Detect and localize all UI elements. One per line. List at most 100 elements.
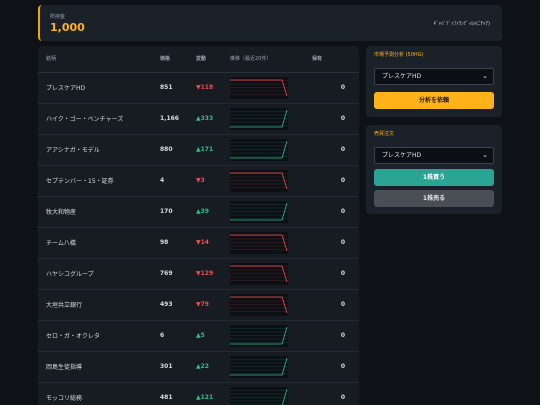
stock-name: セロ・ガ・オクレタ: [38, 320, 160, 352]
stock-holding: 0: [304, 72, 359, 104]
table-row: 大垣共立銀行 493 ▼79 0: [38, 289, 359, 321]
trend-line: [230, 172, 288, 189]
stock-price: 1,166: [160, 103, 196, 135]
stock-price: 301: [160, 351, 196, 383]
trend-sparkline: [230, 355, 288, 378]
stock-holding: 0: [304, 382, 359, 405]
stock-name: チーム八橋: [38, 227, 160, 259]
stock-name: ハヤシコグループ: [38, 258, 160, 290]
order-stock-select[interactable]: プレスケアHD ⌄: [374, 147, 494, 164]
trend-sparkline: [230, 200, 288, 223]
stock-name: プレスケアHD: [38, 72, 160, 104]
stock-price: 851: [160, 72, 196, 104]
stock-name: モッコリ総務: [38, 382, 160, 405]
trend-sparkline: [230, 138, 288, 161]
col-holding-header: 保有: [304, 46, 359, 73]
table-row: セプテンバー・15・証券 4 ▼3 0: [38, 165, 359, 197]
table-row: モッコリ総務 481 ▲121 0: [38, 382, 359, 405]
forecast-selected-value: プレスケアHD: [382, 73, 422, 80]
col-name-header: 銘柄: [38, 46, 160, 73]
stock-change: ▲22: [196, 351, 230, 383]
stock-holding: 0: [304, 134, 359, 166]
stock-name: ハイク・ゴー・ベンチャーズ: [38, 103, 160, 135]
table-row: アアシナガ・モデル 880 ▲171 0: [38, 134, 359, 166]
forecast-panel: 市場予測分析 (50HG) プレスケアHD ⌄ 分析を依頼: [366, 46, 502, 117]
trend-line: [281, 388, 288, 405]
stock-holding: 0: [304, 320, 359, 352]
stock-change: ▲121: [196, 382, 230, 405]
stock-change: ▲333: [196, 103, 230, 135]
trend-sparkline: [230, 293, 288, 316]
stock-price: 170: [160, 196, 196, 228]
table-row: 牧大和物産 170 ▲39 0: [38, 196, 359, 228]
trend-line: [230, 234, 288, 251]
trend-chart-cell: [230, 351, 304, 383]
order-panel: 売買注文 プレスケアHD ⌄ 1株買う 1株売る: [366, 125, 502, 214]
trend-sparkline: [230, 324, 288, 347]
stock-table-panel: 銘柄 価格 変動 推移（最近20件） 保有 プレスケアHD 851 ▼118 0 ハイク…: [38, 46, 359, 405]
stock-price: 481: [160, 382, 196, 405]
order-selected-value: プレスケアHD: [382, 152, 422, 159]
stock-change: ▼118: [196, 72, 230, 104]
stock-name: セプテンバー・15・証券: [38, 165, 160, 197]
trend-chart-cell: [230, 103, 304, 135]
stock-change: ▲5: [196, 320, 230, 352]
stock-change: ▼3: [196, 165, 230, 197]
table-row: チーム八橋 98 ▼14 0: [38, 227, 359, 259]
chevron-down-icon: ⌄: [482, 151, 488, 159]
col-change-header: 変動: [196, 46, 230, 73]
trend-chart-cell: [230, 196, 304, 228]
stock-change: ▼129: [196, 258, 230, 290]
stock-price: 6: [160, 320, 196, 352]
stock-name: 大垣共立銀行: [38, 289, 160, 321]
header-right-text: ｷﾞｬﾊﾞﾃﾞｧﾌｧｳﾝﾃﾞｨﾙﾊ(ﾆﾁｬｱ): [433, 21, 490, 27]
trend-sparkline: [230, 231, 288, 254]
trend-line: [230, 79, 288, 96]
trend-chart-cell: [230, 134, 304, 166]
stock-holding: 0: [304, 258, 359, 290]
table-row: 岡島生徒指導 301 ▲22 0: [38, 351, 359, 383]
trend-line: [230, 296, 288, 313]
trend-chart-cell: [230, 289, 304, 321]
stock-holding: 0: [304, 289, 359, 321]
trend-chart-cell: [230, 320, 304, 352]
holdings-bar: 所持金 1,000 ｷﾞｬﾊﾞﾃﾞｧﾌｧｳﾝﾃﾞｨﾙﾊ(ﾆﾁｬｱ): [38, 5, 502, 41]
col-trend-header: 推移（最近20件）: [230, 46, 304, 73]
stock-table: 銘柄 価格 変動 推移（最近20件） 保有 プレスケアHD 851 ▼118 0 ハイク…: [38, 46, 359, 405]
trend-chart-cell: [230, 227, 304, 259]
order-title: 売買注文: [374, 131, 395, 137]
trend-line: [230, 265, 288, 282]
stock-holding: 0: [304, 103, 359, 135]
stock-change: ▲39: [196, 196, 230, 228]
stock-holding: 0: [304, 351, 359, 383]
trend-chart-cell: [230, 72, 304, 104]
stock-price: 98: [160, 227, 196, 259]
trend-sparkline: [230, 76, 288, 99]
table-row: プレスケアHD 851 ▼118 0: [38, 72, 359, 104]
stock-holding: 0: [304, 227, 359, 259]
table-row: ハイク・ゴー・ベンチャーズ 1,166 ▲333 0: [38, 103, 359, 135]
stock-change: ▲171: [196, 134, 230, 166]
request-analysis-button[interactable]: 分析を依頼: [374, 92, 494, 109]
holdings-label: 所持金: [50, 14, 66, 20]
stock-change: ▼14: [196, 227, 230, 259]
table-row: ハヤシコグループ 769 ▼129 0: [38, 258, 359, 290]
stock-price: 769: [160, 258, 196, 290]
stock-price: 4: [160, 165, 196, 197]
stock-name: 岡島生徒指導: [38, 351, 160, 383]
stock-price: 880: [160, 134, 196, 166]
holdings-value: 1,000: [50, 21, 85, 34]
col-price-header: 価格: [160, 46, 196, 73]
trend-sparkline: [230, 107, 288, 130]
forecast-stock-select[interactable]: プレスケアHD ⌄: [374, 68, 494, 85]
trend-chart-cell: [230, 165, 304, 197]
stock-price: 493: [160, 289, 196, 321]
trend-sparkline: [230, 169, 288, 192]
stock-change: ▼79: [196, 289, 230, 321]
forecast-title: 市場予測分析 (50HG): [374, 52, 424, 58]
stock-name: 牧大和物産: [38, 196, 160, 228]
buy-button[interactable]: 1株買う: [374, 169, 494, 186]
sell-button[interactable]: 1株売る: [374, 190, 494, 207]
trend-sparkline: [230, 262, 288, 285]
stock-holding: 0: [304, 196, 359, 228]
